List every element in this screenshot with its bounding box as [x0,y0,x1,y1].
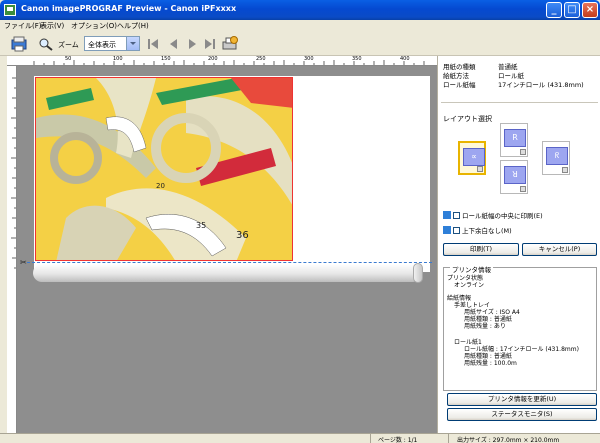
next-page-icon[interactable] [186,38,198,50]
toolbar: ズーム 全体表示 [0,32,600,56]
printer-status-value: オンライン [454,282,485,289]
layout-orientation-icon: R [504,129,526,147]
layout-badge-icon [477,166,483,172]
maximize-button[interactable]: □ [564,2,580,18]
layout-orientation-icon: ᖇ [546,147,568,165]
cancel-button[interactable]: キャンセル(P) [522,243,597,256]
title-bar: Canon imagePROGRAF Preview - Canon iPFxx… [0,0,600,20]
layout-badge-icon [562,167,568,173]
close-button[interactable]: × [582,2,598,18]
ruler-tick-label: 300 [304,56,314,62]
layout-option-4[interactable]: ꓤ [500,160,528,194]
window-title: Canon imagePROGRAF Preview - Canon iPFxx… [21,4,237,13]
window-left-border [0,56,7,433]
layout-option-3[interactable]: ᖇ [542,141,570,175]
ruler-tick-label: 250 [256,56,266,62]
ruler-vertical [7,66,17,433]
menu-file[interactable]: ファイル(F) [4,21,42,31]
menu-options[interactable]: オプション(O) [71,21,117,31]
status-monitor-button[interactable]: ステータスモニタ(S) [447,408,597,421]
checkbox[interactable] [453,227,460,234]
preview-image: 36 35 20 [35,77,293,261]
zoom-select[interactable]: 全体表示 [84,36,140,51]
ruler-tick-label: 350 [352,56,362,62]
ruler-horizontal: 50 100 150 200 250 300 350 400 [7,56,437,66]
menu-view[interactable]: 表示(V) [40,21,64,31]
svg-text:36: 36 [236,230,249,241]
center-print-checkbox[interactable]: ロール紙幅の中央に印刷(E) [443,210,543,220]
ruler-tick-label: 50 [65,56,72,62]
menu-help[interactable]: ヘルプ(H) [117,21,149,31]
preview-canvas[interactable]: 36 35 20 ✂ [17,66,437,433]
menu-bar: ファイル(F) 表示(V) オプション(O) ヘルプ(H) [0,20,600,32]
layout-badge-icon [520,149,526,155]
tray-paper-remaining: 用紙残量 : あり [464,323,506,330]
layout-orientation-icon: ∝ [463,148,485,166]
output-size: 出力サイズ : 297.0mm × 210.0mm [457,437,560,443]
svg-text:35: 35 [196,221,206,230]
chevron-down-icon[interactable] [126,37,139,50]
center-print-label: ロール紙幅の中央に印刷(E) [462,212,543,220]
roll-width-value: 17インチロール (431.8mm) [498,81,584,89]
layout-orientation-icon: ꓤ [504,166,526,184]
layout-option-1[interactable]: ∝ [458,141,486,175]
print-button[interactable]: 印刷(T) [443,243,519,256]
page-setup-icon[interactable] [10,36,28,52]
no-margin-label: 上下余白なし(M) [462,227,512,235]
paper-roll [33,264,421,282]
no-margin-checkbox[interactable]: 上下余白なし(M) [443,225,512,235]
ruler-tick-label: 400 [400,56,410,62]
layout-option-2[interactable]: R [500,123,528,157]
margin-icon [443,226,451,234]
cut-line [27,262,432,263]
layout-select-title: レイアウト選択 [443,115,492,123]
center-icon [443,211,451,219]
zoom-icon [39,38,53,51]
printer-help-icon[interactable] [221,36,239,52]
ruler-tick-label: 200 [208,56,218,62]
last-page-icon[interactable] [204,38,216,50]
page-count: ページ数 : 1/1 [378,437,418,443]
svg-text:20: 20 [156,182,165,190]
zoom-label: ズーム [58,41,79,49]
divider [370,434,371,443]
layout-badge-icon [520,186,526,192]
paper-roll-end [413,263,423,283]
roll-width-label: ロール紙幅 [443,81,476,89]
status-bar: ページ数 : 1/1 出力サイズ : 297.0mm × 210.0mm [0,433,600,443]
roll1-remaining: 用紙残量 : 100.0m [464,360,517,367]
zoom-value: 全体表示 [88,41,116,49]
scissors-icon: ✂ [20,258,27,267]
printer-info-group: プリンタ情報 プリンタ状態 オンライン 給紙情報 手差しトレイ 用紙サイズ : … [443,264,597,391]
settings-panel: 用紙の種類 普通紙 給紙方法 ロール紙 ロール紙幅 17インチロール (431.… [437,56,600,433]
ruler-tick-label: 150 [161,56,171,62]
app-icon [4,4,16,16]
divider [441,102,598,103]
first-page-icon[interactable] [147,38,159,50]
update-printer-info-button[interactable]: プリンタ情報を更新(U) [447,393,597,406]
divider [448,434,449,443]
checkbox[interactable] [453,212,460,219]
ruler-tick-label: 100 [113,56,123,62]
minimize-button[interactable]: _ [546,2,562,18]
prev-page-icon[interactable] [167,38,179,50]
